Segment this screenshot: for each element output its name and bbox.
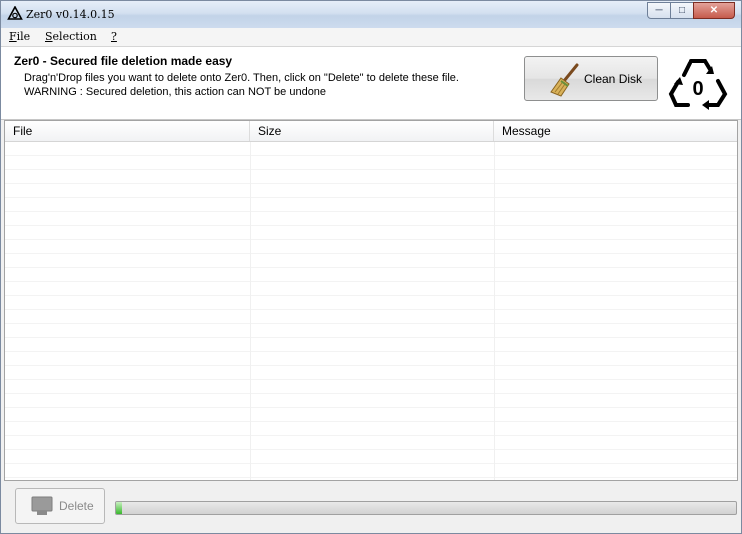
window-title: Zer0 v0.14.0.15 [26,8,115,21]
column-divider [250,142,251,480]
column-header-message[interactable]: Message [494,121,737,141]
delete-label: Delete [59,499,94,513]
maximize-icon: □ [678,5,686,16]
clean-disk-label: Clean Disk [584,72,643,86]
menu-help[interactable]: ? [111,30,117,43]
delete-icon [31,496,53,515]
close-icon: ✕ [709,5,719,16]
maximize-button[interactable]: □ [670,2,694,19]
menu-bar: File Selection ? [1,28,741,47]
logo-zero-text: 0 [692,78,703,100]
header-warning: WARNING : Secured deletion, this action … [24,86,327,98]
progress-bar [115,501,737,515]
menu-selection[interactable]: Selection [45,30,97,43]
column-divider [494,142,495,480]
bottom-bar: Delete [1,482,741,533]
app-window: Zer0 v0.14.0.15 ─ □ ✕ File Selection ? Z… [0,0,742,534]
table-header: File Size Message [5,121,737,142]
file-list-table[interactable]: File Size Message [4,120,738,481]
window-controls: ─ □ ✕ [647,2,735,20]
clean-disk-button[interactable]: Clean Disk [524,56,658,101]
column-header-size[interactable]: Size [250,121,494,141]
menu-file[interactable]: File [9,30,30,43]
table-body[interactable] [5,142,737,480]
recycle-zero-logo: 0 [668,59,728,110]
header-instructions: Drag'n'Drop files you want to delete ont… [24,72,459,84]
minimize-icon: ─ [655,5,663,16]
delete-button[interactable]: Delete [15,488,105,524]
app-icon [7,6,23,20]
progress-fill [116,502,123,514]
title-bar[interactable]: Zer0 v0.14.0.15 ─ □ ✕ [1,1,741,29]
header-panel: Zer0 - Secured file deletion made easy D… [1,47,741,120]
close-button[interactable]: ✕ [693,2,735,19]
broom-icon [550,63,579,97]
minimize-button[interactable]: ─ [647,2,671,19]
column-header-file[interactable]: File [5,121,250,141]
header-title: Zer0 - Secured file deletion made easy [14,54,233,68]
